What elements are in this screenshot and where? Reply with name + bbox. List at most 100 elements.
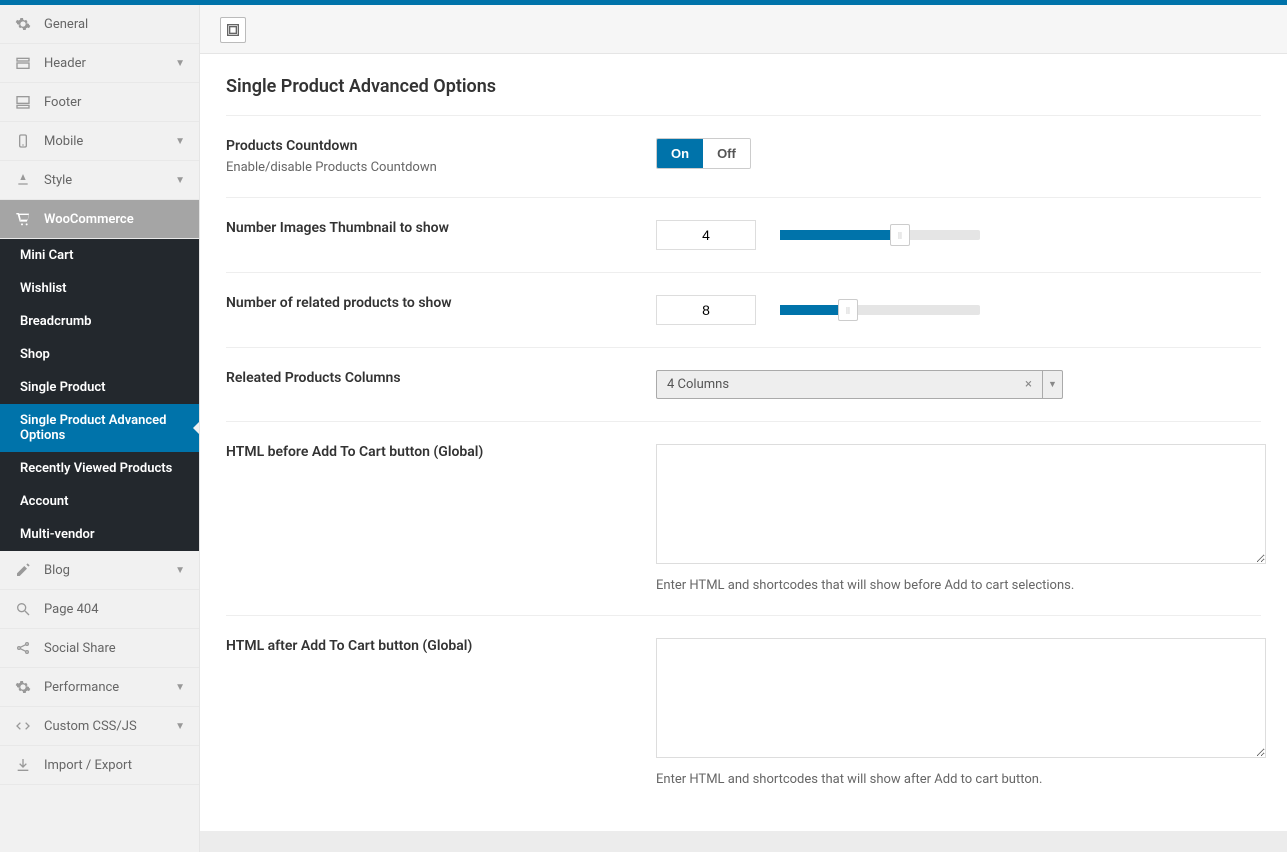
row-label: Products Countdown Enable/disable Produc… — [226, 138, 656, 175]
row-label: Number Images Thumbnail to show — [226, 220, 656, 250]
sidebar-item-label: Header — [44, 56, 86, 71]
field-help: Enter HTML and shortcodes that will show… — [656, 772, 1266, 787]
sidebar-item-social-share[interactable]: Social Share — [0, 629, 199, 668]
select-value: 4 Columns — [667, 377, 729, 392]
sidebar-item-label: Custom CSS/JS — [44, 719, 137, 734]
sidebar-item-label: Mobile — [44, 134, 83, 149]
select-box[interactable]: 4 Columns × — [656, 370, 1043, 399]
slider-handle[interactable]: || — [838, 299, 858, 321]
toggle-on-button[interactable]: On — [657, 139, 703, 168]
sub-item-account[interactable]: Account — [0, 485, 199, 518]
row-related-columns: Releated Products Columns 4 Columns × ▼ — [226, 348, 1261, 422]
sub-item-wishlist[interactable]: Wishlist — [0, 272, 199, 305]
sidebar-item-import-export[interactable]: Import / Export — [0, 746, 199, 785]
share-icon — [14, 639, 32, 657]
sidebar-subitems: Mini Cart Wishlist Breadcrumb Shop Singl… — [0, 239, 199, 551]
chevron-down-icon: ▼ — [175, 721, 185, 732]
row-control: Enter HTML and shortcodes that will show… — [656, 638, 1266, 787]
thumbnail-count-input[interactable] — [656, 220, 756, 250]
sub-item-recently-viewed[interactable]: Recently Viewed Products — [0, 452, 199, 485]
row-control: || — [656, 295, 1261, 325]
row-label: HTML after Add To Cart button (Global) — [226, 638, 656, 787]
sidebar-item-page404[interactable]: Page 404 — [0, 590, 199, 629]
chevron-down-icon: ▼ — [175, 58, 185, 69]
sidebar-item-label: Import / Export — [44, 758, 132, 773]
sidebar-item-header[interactable]: Header ▼ — [0, 44, 199, 83]
row-html-after-cart: HTML after Add To Cart button (Global) E… — [226, 616, 1261, 809]
field-label: Products Countdown — [226, 138, 656, 154]
sidebar-item-label: Page 404 — [44, 602, 99, 617]
sidebar-item-blog[interactable]: Blog ▼ — [0, 551, 199, 590]
sidebar-item-performance[interactable]: Performance ▼ — [0, 668, 199, 707]
chevron-down-icon: ▼ — [175, 136, 185, 147]
html-before-textarea[interactable] — [656, 444, 1266, 564]
field-label: HTML before Add To Cart button (Global) — [226, 444, 656, 460]
style-icon — [14, 171, 32, 189]
box-icon — [14, 54, 32, 72]
clear-icon[interactable]: × — [1025, 377, 1032, 392]
toolbar — [200, 5, 1287, 54]
expand-icon[interactable] — [220, 17, 246, 43]
sidebar: General Header ▼ Footer Mobile ▼ Style ▼… — [0, 0, 200, 852]
content: Single Product Advanced Options Products… — [200, 54, 1287, 831]
field-label: HTML after Add To Cart button (Global) — [226, 638, 656, 654]
download-icon — [14, 756, 32, 774]
row-label: Releated Products Columns — [226, 370, 656, 399]
page-title: Single Product Advanced Options — [226, 76, 1261, 116]
sidebar-item-label: WooCommerce — [44, 212, 134, 227]
chevron-down-icon: ▼ — [175, 682, 185, 693]
thumbnail-slider[interactable]: || — [780, 230, 980, 240]
sub-item-breadcrumb[interactable]: Breadcrumb — [0, 305, 199, 338]
related-slider[interactable]: || — [780, 305, 980, 315]
slider-fill — [780, 230, 900, 240]
gear-icon — [14, 15, 32, 33]
sub-item-multi-vendor[interactable]: Multi-vendor — [0, 518, 199, 551]
sidebar-item-label: Social Share — [44, 641, 116, 656]
pencil-icon — [14, 561, 32, 579]
row-label: HTML before Add To Cart button (Global) — [226, 444, 656, 593]
sidebar-item-style[interactable]: Style ▼ — [0, 161, 199, 200]
sidebar-item-label: General — [44, 17, 88, 32]
row-control: || — [656, 220, 1261, 250]
sidebar-item-mobile[interactable]: Mobile ▼ — [0, 122, 199, 161]
row-label: Number of related products to show — [226, 295, 656, 325]
row-control: Enter HTML and shortcodes that will show… — [656, 444, 1266, 593]
row-thumbnail-count: Number Images Thumbnail to show || — [226, 198, 1261, 273]
code-icon — [14, 717, 32, 735]
toggle-off-button[interactable]: Off — [703, 139, 750, 168]
sidebar-item-general[interactable]: General — [0, 5, 199, 44]
chevron-down-icon: ▼ — [175, 175, 185, 186]
slider-handle[interactable]: || — [890, 224, 910, 246]
sidebar-item-label: Footer — [44, 95, 81, 110]
sidebar-item-label: Blog — [44, 563, 70, 578]
grid-icon — [14, 93, 32, 111]
sub-item-mini-cart[interactable]: Mini Cart — [0, 239, 199, 272]
field-help: Enter HTML and shortcodes that will show… — [656, 578, 1266, 593]
field-label: Number of related products to show — [226, 295, 656, 311]
related-count-input[interactable] — [656, 295, 756, 325]
mobile-icon — [14, 132, 32, 150]
field-desc: Enable/disable Products Countdown — [226, 160, 656, 175]
sidebar-item-woocommerce[interactable]: WooCommerce — [0, 200, 199, 239]
row-control: 4 Columns × ▼ — [656, 370, 1261, 399]
sub-item-single-product[interactable]: Single Product — [0, 371, 199, 404]
cart-icon — [14, 210, 32, 228]
row-related-count: Number of related products to show || — [226, 273, 1261, 348]
sub-item-shop[interactable]: Shop — [0, 338, 199, 371]
chevron-down-icon: ▼ — [175, 565, 185, 576]
toggle-countdown: On Off — [656, 138, 751, 169]
row-html-before-cart: HTML before Add To Cart button (Global) … — [226, 422, 1261, 616]
sidebar-item-custom-css-js[interactable]: Custom CSS/JS ▼ — [0, 707, 199, 746]
main-panel: Single Product Advanced Options Products… — [200, 0, 1287, 852]
sidebar-item-footer[interactable]: Footer — [0, 83, 199, 122]
field-label: Releated Products Columns — [226, 370, 656, 386]
sidebar-item-label: Style — [44, 173, 72, 188]
field-label: Number Images Thumbnail to show — [226, 220, 656, 236]
chevron-down-icon[interactable]: ▼ — [1043, 370, 1063, 399]
gear-icon — [14, 678, 32, 696]
sidebar-item-label: Performance — [44, 680, 119, 695]
app-container: General Header ▼ Footer Mobile ▼ Style ▼… — [0, 0, 1287, 852]
html-after-textarea[interactable] — [656, 638, 1266, 758]
footer-area — [200, 831, 1287, 852]
sub-item-single-product-advanced[interactable]: Single Product Advanced Options — [0, 404, 199, 452]
